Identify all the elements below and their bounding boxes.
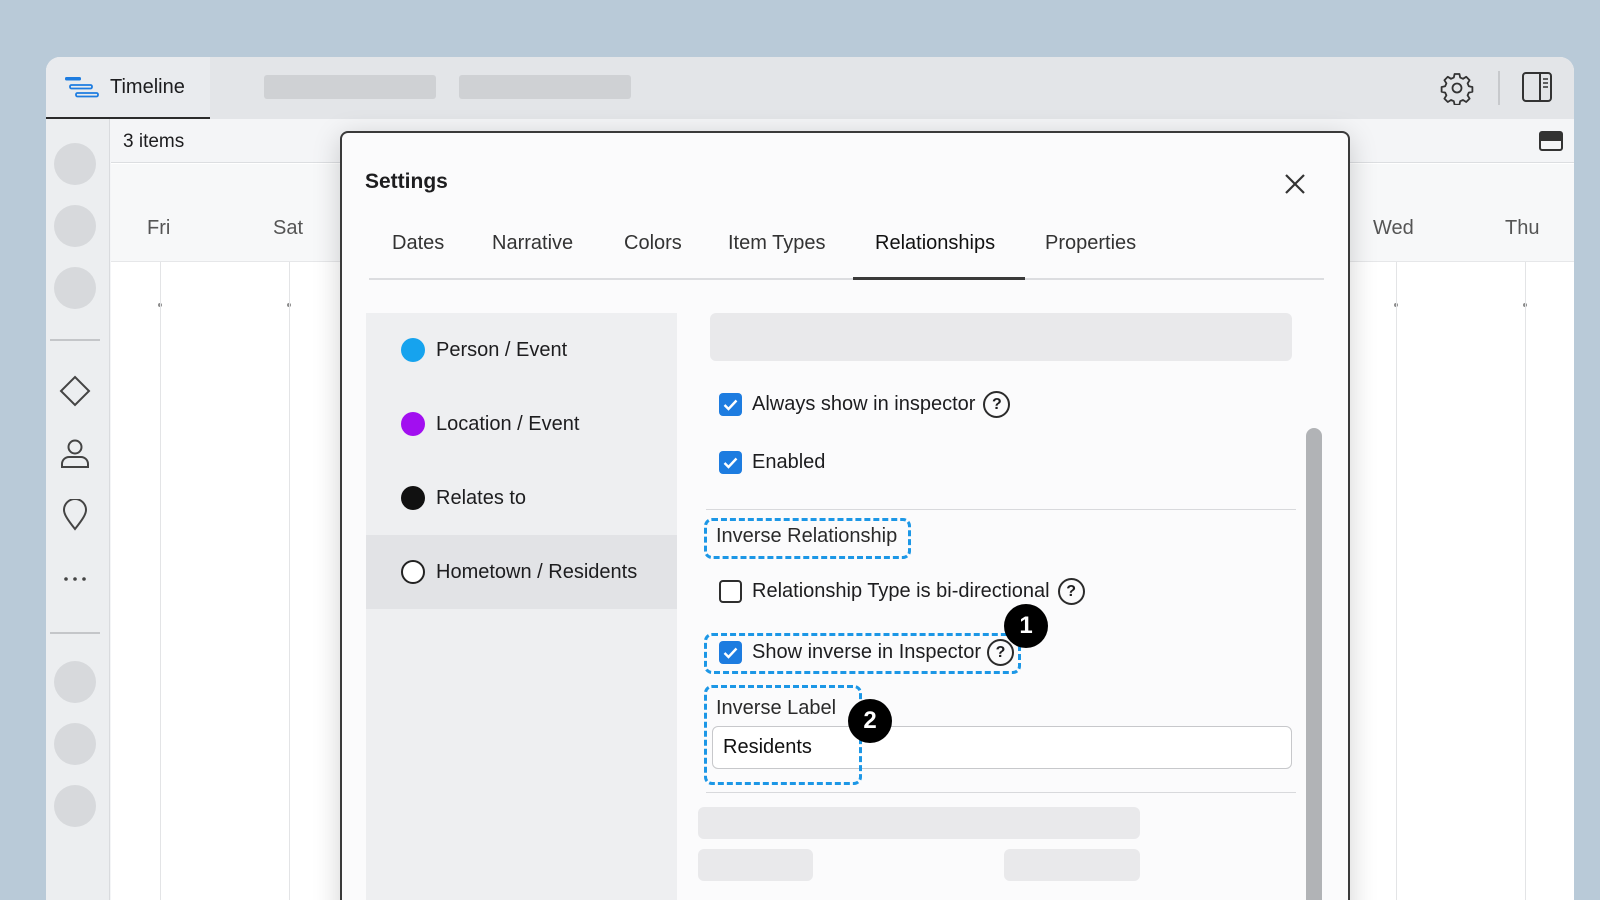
- help-icon[interactable]: ?: [987, 639, 1015, 666]
- bidirectional-checkbox[interactable]: [719, 580, 742, 603]
- form-placeholder: [1004, 849, 1140, 881]
- settings-tabs: Dates Narrative Colors Item Types Relati…: [369, 218, 1324, 280]
- active-tab-indicator: [853, 277, 1025, 280]
- inverse-label-heading: Inverse Label: [716, 697, 837, 719]
- list-item[interactable]: Location / Event: [366, 387, 677, 461]
- check-icon: [723, 457, 738, 469]
- help-icon[interactable]: ?: [983, 391, 1011, 418]
- enabled-row: Enabled: [719, 451, 825, 474]
- top-bar: Timeline: [46, 57, 1574, 119]
- dialog-title: Settings: [365, 170, 448, 193]
- day-label: Sat: [273, 217, 304, 239]
- close-icon[interactable]: [1282, 171, 1308, 197]
- bidirectional-row: Relationship Type is bi-directional ?: [719, 578, 1085, 605]
- rail-placeholder: [54, 723, 96, 765]
- list-item-label: Relates to: [436, 486, 527, 509]
- form-placeholder: [698, 849, 813, 881]
- item-count: 3 items: [123, 131, 185, 152]
- help-icon[interactable]: ?: [1057, 578, 1085, 605]
- always-show-row: Always show in inspector ?: [719, 391, 1011, 418]
- tab-narrative[interactable]: Narrative: [492, 232, 573, 255]
- inverse-relationship-heading: Inverse Relationship: [716, 525, 898, 547]
- scrollbar[interactable]: [1306, 428, 1322, 900]
- tab-item-types[interactable]: Item Types: [728, 232, 825, 255]
- diamond-icon[interactable]: [59, 375, 91, 407]
- color-swatch: [401, 412, 425, 436]
- rail-placeholder: [54, 785, 96, 827]
- always-show-label: Always show in inspector: [752, 393, 976, 415]
- show-inverse-row: Show inverse in Inspector ?: [719, 639, 1015, 666]
- check-icon: [723, 647, 738, 659]
- gear-icon[interactable]: [1440, 71, 1474, 105]
- enabled-label: Enabled: [752, 451, 826, 473]
- tab-colors[interactable]: Colors: [624, 232, 682, 255]
- section-divider: [706, 509, 1296, 510]
- always-show-checkbox[interactable]: [719, 393, 742, 416]
- day-gridline: [289, 262, 290, 900]
- section-divider: [706, 792, 1296, 793]
- name-field-placeholder: [710, 313, 1292, 361]
- person-icon[interactable]: [59, 437, 91, 469]
- settings-dialog: Settings Dates Narrative Colors Item Typ…: [340, 131, 1350, 900]
- day-gridline: [1525, 262, 1526, 900]
- toolbar-divider: [1498, 71, 1500, 105]
- day-gridline: [160, 262, 161, 900]
- location-pin-icon[interactable]: [59, 499, 91, 531]
- relationship-list: Person / Event Location / Event Relates …: [366, 313, 677, 900]
- rail-placeholder: [54, 143, 96, 185]
- day-label: Fri: [147, 217, 171, 239]
- toolbar-placeholder: [459, 75, 631, 99]
- timeline-icon: [65, 77, 99, 98]
- callout-badge-1: 1: [1004, 604, 1048, 648]
- timeline-tab-label: Timeline: [110, 75, 185, 98]
- rail-placeholder: [54, 661, 96, 703]
- list-item-label: Location / Event: [436, 412, 580, 435]
- list-item-label: Hometown / Residents: [436, 560, 638, 583]
- list-item[interactable]: Person / Event: [366, 313, 677, 387]
- rail-placeholder: [54, 267, 96, 309]
- collapse-icon[interactable]: [1538, 129, 1564, 153]
- rail-divider: [50, 339, 100, 341]
- bidirectional-label: Relationship Type is bi-directional: [752, 580, 1050, 602]
- callout-badge-2: 2: [848, 699, 892, 743]
- timeline-tab[interactable]: Timeline: [46, 57, 210, 119]
- left-rail: [46, 119, 110, 900]
- toolbar-placeholder: [264, 75, 436, 99]
- color-swatch: [401, 560, 425, 584]
- color-swatch: [401, 338, 425, 362]
- sidebar-toggle-icon[interactable]: [1521, 71, 1553, 103]
- color-swatch: [401, 486, 425, 510]
- show-inverse-label: Show inverse in Inspector: [752, 641, 982, 663]
- day-gridline: [1396, 262, 1397, 900]
- check-icon: [723, 399, 738, 411]
- list-item-label: Person / Event: [436, 338, 568, 361]
- tab-relationships[interactable]: Relationships: [875, 232, 995, 255]
- enabled-checkbox[interactable]: [719, 451, 742, 474]
- day-label: Thu: [1505, 217, 1540, 239]
- rail-placeholder: [54, 205, 96, 247]
- inverse-label-input[interactable]: Residents: [712, 726, 1292, 769]
- rail-divider: [50, 632, 100, 634]
- day-label: Wed: [1373, 217, 1414, 239]
- tab-properties[interactable]: Properties: [1045, 232, 1136, 255]
- list-item-selected[interactable]: Hometown / Residents: [366, 535, 677, 609]
- list-item[interactable]: Relates to: [366, 461, 677, 535]
- show-inverse-checkbox[interactable]: [719, 641, 742, 664]
- more-icon[interactable]: [59, 563, 91, 595]
- tab-dates[interactable]: Dates: [392, 232, 444, 255]
- form-placeholder: [698, 807, 1140, 839]
